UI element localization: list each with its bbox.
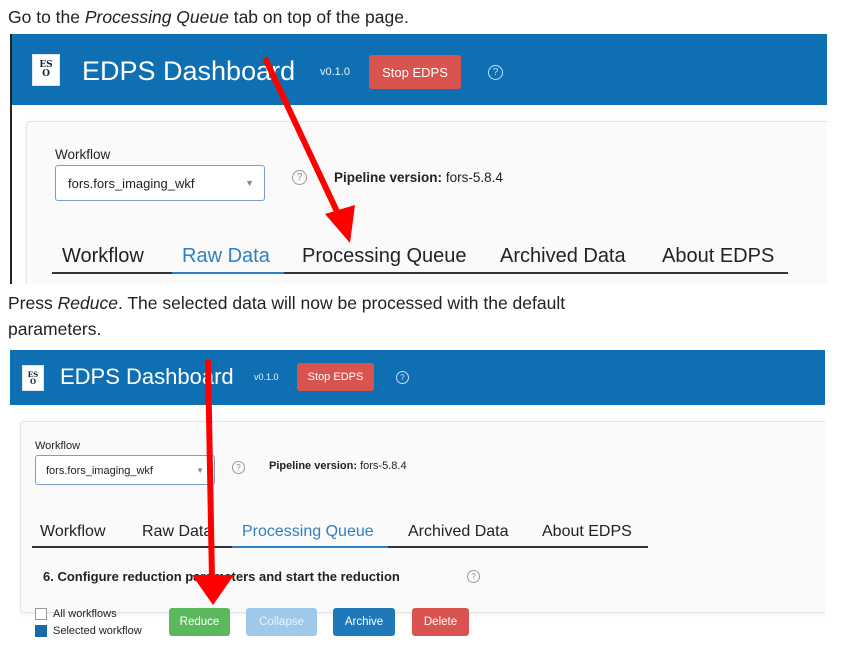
instruction-emphasis: Reduce: [57, 293, 118, 313]
collapse-button[interactable]: Collapse: [246, 608, 317, 636]
workflow-select-value: fors.fors_imaging_wkf: [68, 176, 195, 191]
instruction-step-1: Go to the Processing Queue tab on top of…: [8, 4, 409, 30]
workflow-select[interactable]: fors.fors_imaging_wkf ▼: [35, 455, 215, 485]
pipeline-version: Pipeline version: fors-5.8.4: [334, 170, 503, 185]
top-navbar: ES O EDPS Dashboard v0.1.0 Stop EDPS ?: [12, 34, 827, 105]
chevron-down-icon: ▼: [245, 178, 254, 188]
stop-edps-button[interactable]: Stop EDPS: [297, 363, 374, 391]
tab-processing-queue[interactable]: Processing Queue: [302, 245, 467, 268]
tab-processing-queue[interactable]: Processing Queue: [242, 523, 374, 541]
pipeline-version-value: fors-5.8.4: [445, 170, 503, 185]
checkbox[interactable]: [35, 608, 47, 620]
workflow-card: Workflow fors.fors_imaging_wkf ▼ ? Pipel…: [20, 421, 825, 613]
stop-edps-button[interactable]: Stop EDPS: [369, 55, 461, 89]
checkbox-all-workflows[interactable]: All workflows: [35, 608, 117, 620]
tab-workflow[interactable]: Workflow: [40, 523, 106, 541]
pipeline-version-value: fors-5.8.4: [360, 460, 407, 472]
checkbox-selected-workflow[interactable]: Selected workflow: [35, 625, 142, 637]
app-version: v0.1.0: [254, 372, 279, 382]
instruction-emphasis: Processing Queue: [84, 7, 229, 27]
tab-raw-data[interactable]: Raw Data: [182, 245, 270, 268]
app-title: EDPS Dashboard: [82, 56, 296, 86]
instruction-text: Press: [8, 293, 58, 313]
screenshot-1: ES O EDPS Dashboard v0.1.0 Stop EDPS ? W…: [10, 34, 827, 284]
tab-about-edps[interactable]: About EDPS: [662, 245, 774, 268]
workflow-select-value: fors.fors_imaging_wkf: [46, 465, 153, 477]
instruction-text: tab on top of the page.: [228, 7, 409, 27]
screenshot-2: ES O EDPS Dashboard v0.1.0 Stop EDPS ? W…: [10, 350, 825, 650]
delete-button[interactable]: Delete: [412, 608, 469, 636]
archive-button[interactable]: Archive: [333, 608, 395, 636]
pipeline-version-label: Pipeline version:: [269, 460, 358, 472]
pipeline-version: Pipeline version: fors-5.8.4: [269, 460, 407, 472]
workflow-select[interactable]: fors.fors_imaging_wkf ▼: [55, 165, 265, 201]
reduce-button[interactable]: Reduce: [169, 608, 230, 636]
tab-about-edps[interactable]: About EDPS: [542, 523, 632, 541]
help-icon[interactable]: ?: [467, 570, 480, 583]
help-icon[interactable]: ?: [396, 371, 409, 384]
pipeline-version-label: Pipeline version:: [334, 170, 443, 185]
instruction-step-2: Press Reduce. The selected data will now…: [8, 290, 565, 342]
active-tab-underline: [232, 546, 388, 548]
checkbox-label: All workflows: [53, 608, 117, 620]
instruction-text: Go to the: [8, 7, 85, 27]
chevron-down-icon: ▼: [196, 466, 204, 475]
active-tab-underline: [172, 272, 284, 274]
tab-workflow[interactable]: Workflow: [62, 245, 144, 268]
help-icon[interactable]: ?: [292, 170, 307, 185]
instruction-text: . The selected data will now be processe…: [117, 293, 566, 313]
help-icon[interactable]: ?: [232, 461, 245, 474]
tab-archived-data[interactable]: Archived Data: [500, 245, 626, 268]
checkbox[interactable]: [35, 625, 47, 637]
app-title: EDPS Dashboard: [60, 364, 234, 389]
tab-archived-data[interactable]: Archived Data: [408, 523, 509, 541]
workflow-label: Workflow: [35, 440, 81, 452]
top-navbar: ES O EDPS Dashboard v0.1.0 Stop EDPS ?: [10, 350, 825, 405]
checkbox-label: Selected workflow: [53, 625, 142, 637]
app-version: v0.1.0: [320, 66, 350, 78]
section-title: 6. Configure reduction parameters and st…: [43, 569, 400, 584]
eso-logo-icon: ES O: [22, 365, 44, 391]
tab-raw-data[interactable]: Raw Data: [142, 523, 212, 541]
tabs-underline: [52, 272, 788, 274]
help-icon[interactable]: ?: [488, 65, 503, 80]
eso-logo-icon: ES O: [32, 54, 60, 86]
instruction-text: parameters.: [8, 319, 102, 339]
workflow-label: Workflow: [55, 147, 111, 162]
